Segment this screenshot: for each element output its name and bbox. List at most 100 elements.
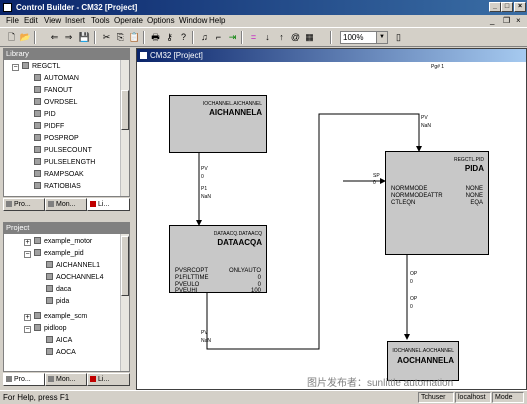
library-tree[interactable]: − REGCTL AUTOMAN FANOUT OVRDSEL PID PIDF… [3,59,130,197]
project-item[interactable]: pidloop [34,324,67,334]
paste-icon[interactable]: 📋 [128,31,141,44]
collapse-icon[interactable]: − [12,64,19,71]
param-name: PVEUHI [175,288,198,294]
pin-value: NaN [201,194,212,200]
block-icon [46,297,53,304]
project-item[interactable]: AICHANNEL1 [46,261,100,271]
menu-edit[interactable]: Edit [24,16,38,26]
library-tabs: Pro... Mon... Li... [3,198,130,211]
library-item[interactable]: PULSELENGTH [34,158,95,168]
menu-window[interactable]: Window [179,16,207,26]
chart-editor-window[interactable]: CM32 [Project] Pg# 1 IOCHANNEL.AICHANNEL… [136,48,527,390]
tab-library[interactable]: Li... [87,373,130,386]
new-icon[interactable]: 🗋 [5,31,18,44]
project-item[interactable]: AOCHANNEL4 [46,273,103,283]
tab-project[interactable]: Pro... [3,373,45,386]
block-icon [34,98,41,105]
copy-icon[interactable]: ⎘ [114,31,127,44]
wire-icon[interactable]: ⌐ [212,31,225,44]
page-icon[interactable]: ▯ [392,31,405,44]
tab-project[interactable]: Pro... [3,198,45,211]
tab-monitor[interactable]: Mon... [45,198,87,211]
forward-icon[interactable]: ⇒ [62,31,75,44]
mdi-minimize-button[interactable]: _ [490,16,494,26]
down-icon[interactable]: ↓ [261,31,274,44]
cut-icon[interactable]: ✂ [100,31,113,44]
block-type: REGCTL.PID [453,157,484,163]
toolbar-separator [34,31,36,44]
status-pane-mode: Mode [492,392,524,403]
status-text: For Help, press F1 [3,393,70,402]
menu-insert[interactable]: Insert [65,16,85,26]
save-icon[interactable]: 💾 [78,31,91,44]
library-item[interactable]: PULSECOUNT [34,146,92,156]
menu-tools[interactable]: Tools [91,16,110,26]
expand-icon[interactable]: + [24,239,31,246]
note-icon[interactable]: ♫ [198,31,211,44]
library-item[interactable]: RATIOBIAS [34,182,81,192]
library-item[interactable]: AUTOMAN [34,74,79,84]
open-icon[interactable]: 📂 [19,31,32,44]
library-item[interactable]: PID [34,110,56,120]
library-item[interactable]: OVRDSEL [34,98,77,108]
project-item[interactable]: daca [46,285,71,295]
connect-icon[interactable]: ⇥ [226,31,239,44]
project-item[interactable]: AICA [46,336,72,346]
pin-value: 0 [201,174,204,180]
project-item[interactable]: example_motor [34,237,92,247]
library-item[interactable]: FANOUT [34,86,72,96]
library-scrollbar[interactable] [120,60,129,196]
menu-options[interactable]: Options [147,16,175,26]
minimize-button[interactable]: _ [489,2,501,12]
library-item[interactable]: POSPROP [34,134,79,144]
collapse-icon[interactable]: − [24,326,31,333]
block-aichannel[interactable]: IOCHANNEL.AICHANNEL AICHANNELA [169,95,267,153]
library-item[interactable]: PIDFF [34,122,64,132]
block-name: DATAACQA [217,238,262,247]
block-datacqa[interactable]: DATAACQ.DATAACQ DATAACQA PVSRCOPT ONLYAU… [169,225,267,294]
chevron-down-icon[interactable]: ▼ [376,32,387,43]
menu-view[interactable]: View [44,16,61,26]
at-icon[interactable]: @ [289,31,302,44]
library-item[interactable]: RAMPSOAK [34,170,84,180]
menu-operate[interactable]: Operate [114,16,143,26]
block-pida[interactable]: REGCTL.PID PIDA NORMMODE NONE NORMMODEAT… [385,151,489,255]
tab-library[interactable]: Li... [87,198,130,211]
back-icon[interactable]: ⇐ [48,31,61,44]
tab-monitor[interactable]: Mon... [45,373,87,386]
project-scrollbar[interactable] [120,234,129,371]
mdi-restore-button[interactable]: ❐ [503,16,510,26]
expand-icon[interactable]: + [24,314,31,321]
menu-file[interactable]: File [6,16,19,26]
block-type: DATAACQ.DATAACQ [213,231,262,237]
toolbar-separator [192,31,194,44]
menu-help[interactable]: Help [209,16,225,26]
scroll-thumb[interactable] [121,236,129,296]
key-icon[interactable]: ⚷ [163,31,176,44]
zoom-select[interactable]: 100% ▼ [340,31,388,44]
param-value: 100 [250,288,261,294]
close-button[interactable]: × [514,2,526,12]
param-value: ONLYAUTO [228,268,261,274]
up-icon[interactable]: ↑ [275,31,288,44]
scroll-thumb[interactable] [121,90,129,130]
mdi-close-button[interactable]: × [516,16,521,26]
collapse-icon[interactable]: − [24,251,31,258]
block-name: AICHANNELA [209,108,262,117]
equals-icon[interactable]: = [247,31,260,44]
grid-icon[interactable]: ▦ [303,31,316,44]
help-context-icon[interactable]: ? [177,31,190,44]
project-tree[interactable]: + example_motor − example_pid AICHANNEL1… [3,233,130,372]
maximize-button[interactable]: □ [501,2,513,12]
module-icon [34,312,41,319]
library-item[interactable]: REGCTL [22,62,60,72]
library-icon [90,376,96,382]
block-icon [34,110,41,117]
param-name: P1FILTTIME [175,275,209,281]
project-item[interactable]: example_scm [34,312,87,322]
project-item[interactable]: example_pid [34,249,84,259]
project-item[interactable]: pida [46,297,69,307]
print-icon[interactable]: 🖶 [149,31,162,44]
block-type: IOCHANNEL.AICHANNEL [202,101,262,107]
project-item[interactable]: AOCA [46,348,76,358]
